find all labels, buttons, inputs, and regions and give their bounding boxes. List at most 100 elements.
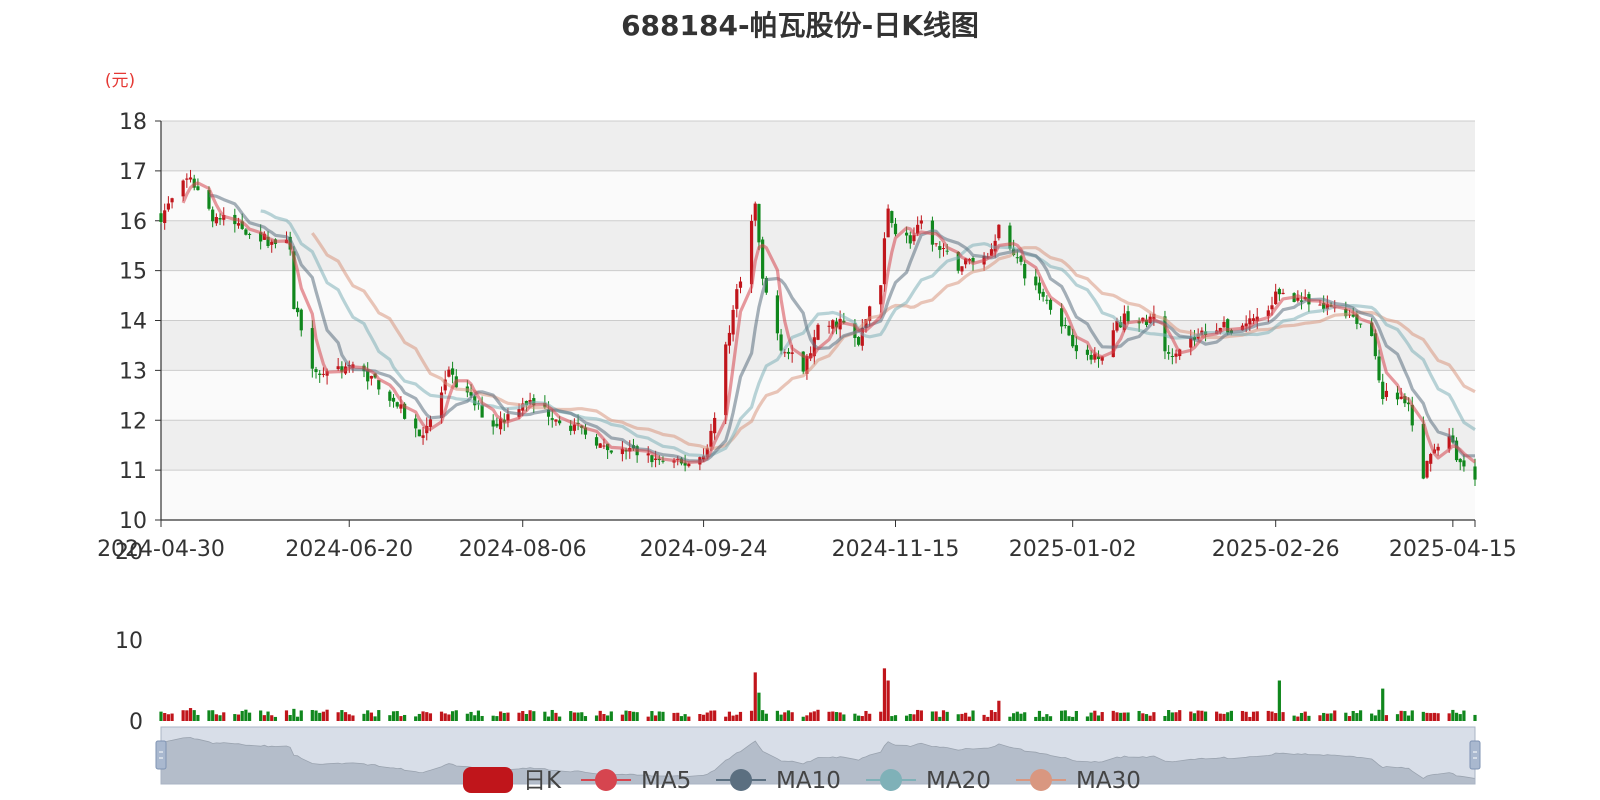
volume-bar	[857, 715, 861, 721]
candle-body	[1458, 458, 1462, 463]
volume-bar	[775, 710, 779, 721]
volume-bar	[550, 709, 554, 721]
grid-band	[161, 470, 1475, 520]
volume-bar	[594, 715, 599, 721]
volume-bar	[631, 711, 636, 721]
volume-bar	[860, 716, 864, 721]
volume-bar	[1329, 713, 1333, 721]
volume-bar	[698, 714, 702, 721]
volume-bar	[469, 711, 473, 721]
volume-bar	[465, 713, 469, 721]
volume-bar	[1218, 713, 1222, 721]
volume-bar	[941, 710, 946, 721]
volume-bar	[476, 710, 481, 721]
grid-band	[161, 370, 1475, 421]
volume-bar	[528, 710, 532, 721]
volume-bar	[1322, 712, 1326, 721]
candle-body	[1377, 356, 1381, 381]
volume-bar	[388, 715, 392, 721]
volume-bar	[495, 716, 499, 721]
volume-bar	[790, 712, 794, 721]
candle-body	[1167, 352, 1171, 354]
volume-bar	[727, 711, 732, 721]
candle-body	[934, 243, 938, 245]
candle-body	[1126, 311, 1130, 322]
y-tick-label: 12	[119, 409, 147, 434]
volume-bar	[816, 709, 820, 721]
volume-bar	[749, 710, 754, 721]
legend-item-ma20[interactable]: MA20	[866, 768, 991, 794]
candle-body	[893, 223, 898, 235]
volume-bar	[450, 711, 455, 721]
candle-body	[428, 419, 433, 427]
volume-bar	[1421, 711, 1425, 721]
volume-bar	[1292, 715, 1296, 721]
volume-bar	[558, 716, 562, 721]
volume-bar	[1406, 715, 1411, 721]
candle-body	[270, 241, 274, 245]
volume-bar	[1384, 715, 1389, 721]
legend-circle-icon	[595, 769, 617, 791]
volume-bar	[945, 711, 949, 721]
candle-body	[218, 218, 222, 220]
volume-bar	[893, 715, 898, 721]
volume-bar	[1226, 712, 1230, 721]
candle-body	[211, 209, 215, 222]
volume-bar	[1462, 710, 1466, 721]
volume-bar	[779, 714, 783, 721]
volume-bar	[572, 712, 576, 721]
volume-bar	[882, 668, 887, 721]
candle-body	[727, 332, 732, 346]
volume-bar	[1189, 711, 1193, 721]
volume-bar	[1019, 713, 1023, 721]
candle-body	[1358, 323, 1363, 325]
candle-body	[417, 429, 421, 437]
volume-bar	[701, 714, 706, 721]
volume-bar	[609, 711, 613, 721]
candle-body	[450, 368, 455, 375]
volume-bar	[1266, 710, 1270, 721]
candle-body	[244, 229, 248, 235]
volume-bar	[812, 711, 816, 721]
volume-bar	[325, 709, 329, 721]
volume-bar	[1067, 716, 1071, 721]
candle-body	[687, 463, 691, 467]
grid-band	[161, 420, 1475, 471]
volume-bar	[1048, 716, 1053, 721]
volume-bar	[377, 710, 381, 721]
volume-bar	[1347, 716, 1352, 721]
candle-body	[997, 224, 1001, 239]
candle-body	[1473, 466, 1477, 480]
volume-bar	[347, 714, 351, 721]
volume-bar	[1023, 712, 1027, 721]
legend-item-ma10[interactable]: MA10	[716, 768, 841, 794]
slider-handle-right[interactable]	[1469, 740, 1481, 770]
volume-bar	[982, 714, 986, 721]
volume-bar	[761, 710, 765, 721]
legend-item-ma30[interactable]: MA30	[1016, 768, 1141, 794]
candle-body	[166, 203, 170, 210]
candle-body	[185, 178, 189, 180]
volume-bar	[211, 710, 215, 721]
candle-body	[480, 404, 484, 418]
volume-bar	[786, 710, 791, 721]
candle-body	[336, 366, 340, 370]
volume-bar	[318, 712, 322, 721]
volume-bar	[554, 712, 558, 721]
candle-body	[650, 455, 654, 463]
candle-body	[1174, 353, 1178, 357]
slider-handle-left[interactable]	[155, 740, 167, 770]
volume-bar	[270, 715, 274, 721]
volume-bar	[956, 714, 960, 721]
x-tick-label: 2024-06-20	[285, 537, 413, 562]
volume-bar	[369, 712, 373, 721]
candle-body	[1045, 299, 1049, 301]
volume-bar	[1436, 713, 1440, 721]
volume-bar	[1037, 710, 1042, 721]
volume-bar	[1351, 710, 1355, 721]
volume-bar	[904, 715, 909, 721]
volume-bar	[1192, 713, 1197, 721]
volume-bar	[735, 714, 739, 721]
volume-bar	[989, 710, 994, 721]
volume-bar	[624, 710, 628, 721]
